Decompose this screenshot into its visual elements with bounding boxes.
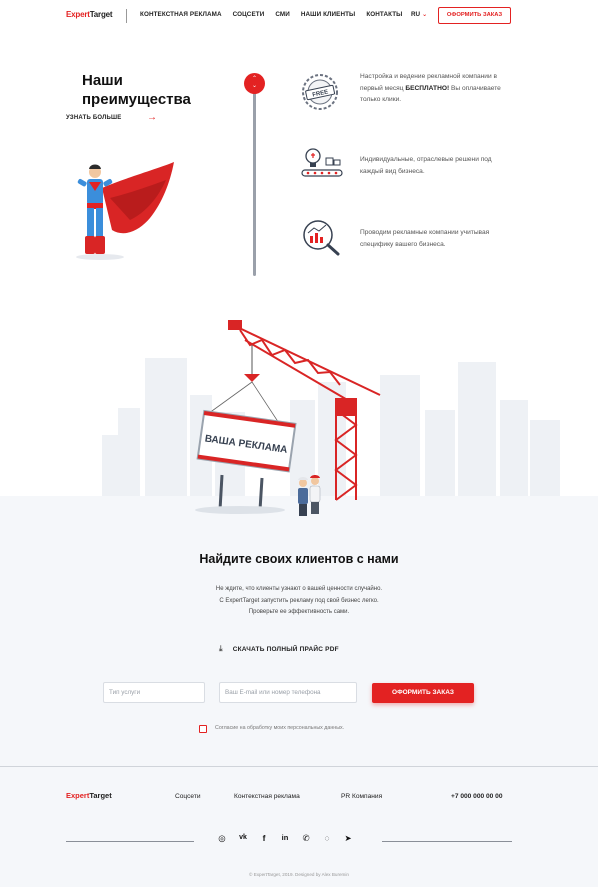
footer-phone[interactable]: +7 000 000 00 00 — [451, 793, 503, 800]
find-clients-description: Не ждите, что клиенты узнают о вашей цен… — [215, 586, 383, 616]
download-pdf-link[interactable]: ⤓ СКАЧАТЬ ПОЛНЫЙ ПРАЙС PDF — [219, 644, 339, 654]
learn-more-link[interactable]: УЗНАТЬ БОЛЬШЕ — [66, 115, 122, 121]
find-clients-title: Найдите своих клиентов с нами — [199, 552, 399, 566]
advantage-2-text: Индивидуальные, отраслевые решени под ка… — [360, 156, 492, 175]
vk-icon[interactable]: vk — [237, 832, 249, 844]
chevron-up-icon: ⌃ — [251, 76, 258, 82]
crane-billboard-illustration: ВАША РЕКЛАМА — [102, 320, 560, 516]
copyright: © ExpertTarget, 2019. Designed by Alex B… — [249, 872, 349, 877]
timeline-line — [253, 88, 256, 276]
header-divider — [126, 9, 127, 23]
analytics-magnifier-icon — [303, 220, 340, 256]
language-select[interactable]: RU ⌄ — [411, 11, 427, 18]
scroll-toggle-button[interactable]: ⌃ ⌄ — [244, 73, 265, 94]
nav-item-clients[interactable]: НАШИ КЛИЕНТЫ — [301, 11, 355, 18]
chevron-down-icon: ⌄ — [251, 83, 258, 89]
header: ExpertTarget КОНТЕКСТНАЯ РЕКЛАМА СОЦСЕТИ… — [0, 0, 598, 34]
footer-link-context-ads[interactable]: Контекстная реклама — [234, 793, 300, 800]
download-icon: ⤓ — [219, 644, 223, 653]
main-nav: КОНТЕКСТНАЯ РЕКЛАМА СОЦСЕТИ СМИ НАШИ КЛИ… — [140, 11, 413, 18]
nav-item-media[interactable]: СМИ — [275, 11, 290, 18]
whatsapp-icon[interactable]: ◌ — [321, 832, 333, 844]
instagram-icon[interactable]: ◎ — [216, 832, 228, 844]
arrow-right-icon[interactable]: → — [147, 112, 157, 123]
order-button[interactable]: ОФОРМИТЬ ЗАКАЗ — [372, 683, 474, 703]
lightbulb-conveyor-icon — [301, 148, 343, 177]
superhero-illustration — [76, 162, 174, 260]
viber-icon[interactable]: ✆ — [300, 832, 312, 844]
facebook-icon[interactable]: f — [258, 832, 270, 844]
logo[interactable]: ExpertTarget — [66, 10, 113, 19]
advantage-3-text: Проводим рекламные компании учитывая спе… — [360, 229, 490, 248]
footer-line-right — [382, 841, 512, 842]
linkedin-icon[interactable]: in — [279, 832, 291, 844]
footer-logo[interactable]: ExpertTarget — [66, 791, 112, 800]
footer-link-social[interactable]: Соцсети — [175, 793, 201, 800]
footer-link-pr[interactable]: PR Компания — [341, 793, 382, 800]
chevron-down-icon: ⌄ — [422, 12, 428, 18]
nav-item-context-ads[interactable]: КОНТЕКСТНАЯ РЕКЛАМА — [140, 11, 222, 18]
free-badge-icon: FREE — [302, 74, 338, 110]
consent-checkbox[interactable] — [199, 725, 207, 733]
advantage-1-text: Настройка и ведение рекламной компании в… — [360, 73, 501, 104]
footer-divider — [0, 766, 598, 767]
nav-item-social[interactable]: СОЦСЕТИ — [233, 11, 265, 18]
order-button-header[interactable]: ОФОРМИТЬ ЗАКАЗ — [438, 7, 511, 24]
advantages-title: Наши преимущества — [82, 72, 191, 108]
nav-item-contacts[interactable]: КОНТАКТЫ — [366, 11, 402, 18]
contact-input[interactable] — [219, 682, 357, 703]
consent-label: Согласие на обработку моих персональных … — [215, 725, 345, 731]
social-links: ◎ vk f in ✆ ◌ ➤ — [216, 832, 354, 844]
footer-line-left — [66, 841, 194, 842]
service-type-input[interactable] — [103, 682, 205, 703]
telegram-icon[interactable]: ➤ — [342, 832, 354, 844]
